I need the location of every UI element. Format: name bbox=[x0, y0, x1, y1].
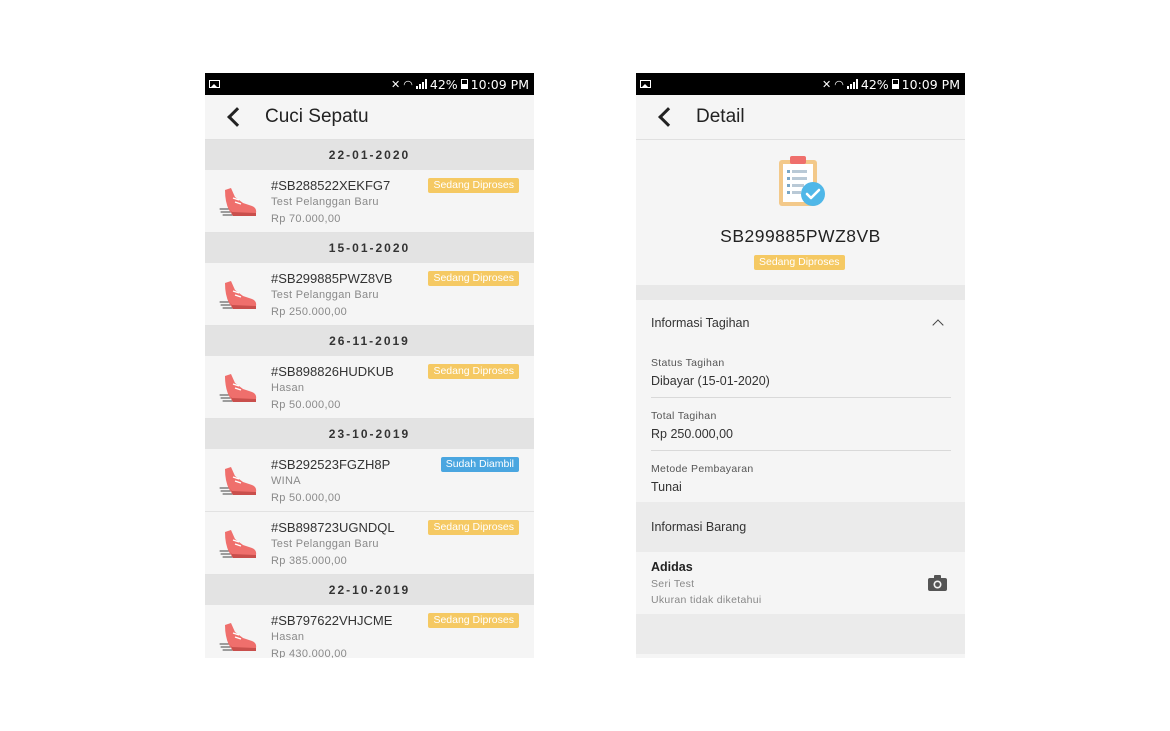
customer-name: Test Pelanggan Baru bbox=[271, 289, 379, 301]
customer-name: WINA bbox=[271, 475, 301, 487]
status-badge: Sedang Diproses bbox=[428, 613, 519, 628]
item-size: Ukuran tidak diketahui bbox=[651, 594, 762, 606]
battery-percent: 42% bbox=[860, 76, 889, 92]
mute-icon: ✕ bbox=[822, 77, 832, 91]
wifi-icon: ◠ bbox=[834, 77, 844, 91]
order-row[interactable]: #SB292523FGZH8P WINA Rp 50.000,00 Sudah Dia… bbox=[205, 449, 534, 512]
status-badge: Sedang Diproses bbox=[428, 520, 519, 535]
status-bar: ✕ ◠ 42% 10:09 PM bbox=[205, 73, 534, 95]
order-code: #SB898826HUDKUB bbox=[271, 364, 394, 379]
order-price: Rp 50.000,00 bbox=[271, 492, 341, 504]
field-value: Rp 250.000,00 bbox=[651, 427, 734, 441]
date-header: 23-10-2019 bbox=[205, 419, 534, 449]
date-header: 22-01-2020 bbox=[205, 140, 534, 170]
order-price: Rp 250.000,00 bbox=[271, 306, 348, 318]
clock: 10:09 PM bbox=[470, 76, 529, 92]
order-list: 22-01-2020 #SB288522XEKFG7 Test Pelanggan … bbox=[205, 140, 534, 658]
order-price: Rp 50.000,00 bbox=[271, 399, 341, 411]
status-badge: Sedang Diproses bbox=[754, 255, 845, 270]
order-row[interactable]: #SB797622VHJCME Hasan Rp 430.000,00 Sedang … bbox=[205, 605, 534, 658]
shoe-icon bbox=[219, 463, 259, 499]
items-section-title: Informasi Barang bbox=[636, 502, 965, 552]
bottom-spacer bbox=[636, 614, 965, 654]
clock: 10:09 PM bbox=[901, 76, 960, 92]
app-bar: Detail bbox=[636, 95, 965, 140]
clipboard-check-icon bbox=[779, 156, 825, 206]
order-row[interactable]: #SB299885PWZ8VB Test Pelanggan Baru Rp 250… bbox=[205, 263, 534, 326]
customer-name: Test Pelanggan Baru bbox=[271, 538, 379, 550]
billing-section-toggle[interactable]: Informasi Tagihan bbox=[636, 300, 965, 345]
date-header: 22-10-2019 bbox=[205, 575, 534, 605]
battery-icon bbox=[460, 79, 468, 89]
chevron-up-icon bbox=[932, 318, 944, 331]
billing-section-title: Informasi Tagihan bbox=[651, 315, 750, 330]
customer-name: Hasan bbox=[271, 631, 305, 643]
order-detail-screen: ✕ ◠ 42% 10:09 PM Detail SB299885PWZ8VB S… bbox=[636, 73, 965, 658]
order-price: Rp 70.000,00 bbox=[271, 213, 341, 225]
battery-icon bbox=[891, 79, 899, 89]
status-badge: Sedang Diproses bbox=[428, 271, 519, 286]
status-badge: Sedang Diproses bbox=[428, 178, 519, 193]
order-code: #SB288522XEKFG7 bbox=[271, 178, 391, 193]
order-code: #SB299885PWZ8VB bbox=[271, 271, 393, 286]
camera-icon[interactable] bbox=[928, 575, 947, 591]
field-value: Tunai bbox=[651, 480, 682, 494]
billing-field-method: Metode Pembayaran Tunai bbox=[651, 451, 951, 502]
gallery-icon bbox=[209, 80, 220, 88]
shoe-icon bbox=[219, 526, 259, 562]
order-price: Rp 430.000,00 bbox=[271, 648, 348, 658]
customer-name: Hasan bbox=[271, 382, 305, 394]
back-arrow-icon[interactable] bbox=[222, 105, 246, 129]
order-price: Rp 385.000,00 bbox=[271, 555, 348, 567]
back-arrow-icon[interactable] bbox=[653, 105, 677, 129]
shoe-icon bbox=[219, 370, 259, 406]
page-title: Detail bbox=[696, 106, 745, 127]
order-summary: SB299885PWZ8VB Sedang Diproses bbox=[636, 140, 965, 285]
order-row[interactable]: #SB898723UGNDQL Test Pelanggan Baru Rp 385… bbox=[205, 512, 534, 575]
field-label: Total Tagihan bbox=[651, 410, 717, 422]
item-row[interactable]: Adidas Seri Test Ukuran tidak diketahui bbox=[636, 552, 965, 614]
shoe-icon bbox=[219, 277, 259, 313]
status-badge: Sedang Diproses bbox=[428, 364, 519, 379]
status-bar: ✕ ◠ 42% 10:09 PM bbox=[636, 73, 965, 95]
mute-icon: ✕ bbox=[391, 77, 401, 91]
order-list-screen: ✕ ◠ 42% 10:09 PM Cuci Sepatu 22-01-2020 #… bbox=[205, 73, 534, 658]
billing-field-status: Status Tagihan Dibayar (15-01-2020) bbox=[651, 345, 951, 398]
billing-fields: Status Tagihan Dibayar (15-01-2020) Tota… bbox=[636, 345, 965, 502]
order-row[interactable]: #SB898826HUDKUB Hasan Rp 50.000,00 Sedang D… bbox=[205, 356, 534, 419]
gallery-icon bbox=[640, 80, 651, 88]
field-label: Metode Pembayaran bbox=[651, 463, 754, 475]
app-bar: Cuci Sepatu bbox=[205, 95, 534, 140]
divider bbox=[636, 285, 965, 300]
battery-percent: 42% bbox=[429, 76, 458, 92]
shoe-icon bbox=[219, 619, 259, 655]
item-name: Adidas bbox=[651, 560, 693, 574]
shoe-icon bbox=[219, 184, 259, 220]
order-code: #SB292523FGZH8P bbox=[271, 457, 391, 472]
order-code: SB299885PWZ8VB bbox=[720, 226, 881, 246]
signal-icon bbox=[846, 79, 858, 89]
field-label: Status Tagihan bbox=[651, 357, 725, 369]
order-code: #SB797622VHJCME bbox=[271, 613, 393, 628]
customer-name: Test Pelanggan Baru bbox=[271, 196, 379, 208]
order-row[interactable]: #SB288522XEKFG7 Test Pelanggan Baru Rp 70.… bbox=[205, 170, 534, 233]
page-title: Cuci Sepatu bbox=[265, 106, 369, 127]
billing-field-total: Total Tagihan Rp 250.000,00 bbox=[651, 398, 951, 451]
date-header: 26-11-2019 bbox=[205, 326, 534, 356]
field-value: Dibayar (15-01-2020) bbox=[651, 374, 770, 388]
item-series: Seri Test bbox=[651, 578, 695, 590]
date-header: 15-01-2020 bbox=[205, 233, 534, 263]
status-badge: Sudah Diambil bbox=[440, 457, 519, 472]
wifi-icon: ◠ bbox=[403, 77, 413, 91]
order-code: #SB898723UGNDQL bbox=[271, 520, 395, 535]
signal-icon bbox=[415, 79, 427, 89]
